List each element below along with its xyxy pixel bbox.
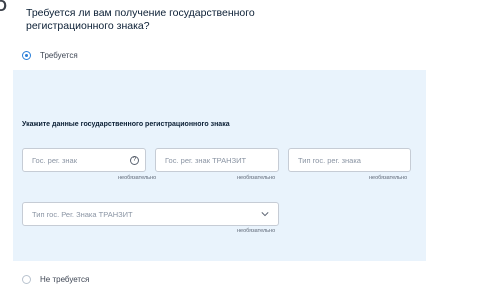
help-icon[interactable]: ? — [130, 156, 139, 165]
radio-button-unchecked[interactable] — [22, 275, 31, 284]
transit-plate-optional-note: необязательно — [237, 175, 276, 181]
plate-type-input[interactable]: Тип гос. рег. знака — [288, 148, 411, 172]
chevron-down-icon — [261, 212, 269, 217]
transit-plate-type-optional-note: необязательно — [237, 228, 276, 234]
transit-plate-type-select[interactable]: Тип гос. Рег. Знака ТРАНЗИТ — [22, 202, 279, 226]
plate-number-optional-note: необязательно — [118, 175, 157, 181]
transit-plate-number-input[interactable]: Гос. рег. знак ТРАНЗИТ — [155, 148, 279, 172]
radio-label-not-required: Не требуется — [40, 275, 90, 284]
plate-type-optional-note: необязательно — [369, 175, 408, 181]
step-number: 6 — [0, 0, 8, 17]
section-title: Укажите данные государственного регистра… — [22, 121, 230, 128]
radio-button-checked[interactable] — [22, 51, 31, 60]
radio-label-required: Требуется — [40, 51, 78, 60]
transit-plate-number-placeholder: Гос. рег. знак ТРАНЗИТ — [165, 156, 247, 165]
plate-number-input[interactable]: Гос. рег. знак ? — [22, 148, 146, 172]
plate-type-placeholder: Тип гос. рег. знака — [298, 156, 361, 165]
radio-not-required[interactable]: Не требуется — [22, 275, 89, 284]
radio-required[interactable]: Требуется — [22, 51, 78, 60]
transit-plate-type-placeholder: Тип гос. Рег. Знака ТРАНЗИТ — [32, 210, 133, 219]
question-title: Требуется ли вам получение государственн… — [26, 7, 255, 32]
plate-number-placeholder: Гос. рег. знак — [32, 156, 78, 165]
